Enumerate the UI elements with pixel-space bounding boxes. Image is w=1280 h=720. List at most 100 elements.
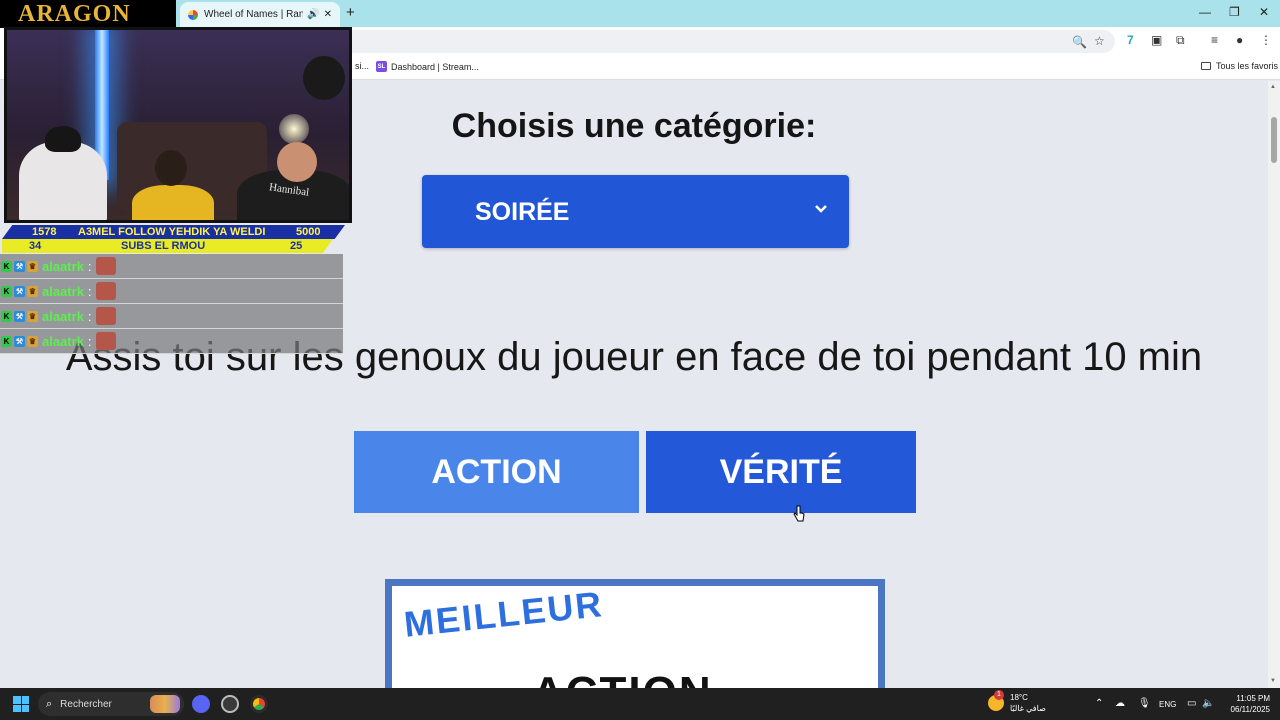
language-indicator[interactable]: ENG: [1159, 700, 1176, 709]
category-select-value: SOIRÉE: [475, 198, 570, 226]
person-2-head: [155, 150, 187, 186]
network-icon[interactable]: ▭: [1187, 698, 1196, 709]
zoom-icon[interactable]: 🔍: [1072, 35, 1087, 49]
kick-badge-icon: K: [1, 310, 12, 322]
scroll-up-icon[interactable]: ▲: [1270, 84, 1276, 90]
emote-icon: [95, 332, 116, 350]
microphone-icon[interactable]: 🎙: [1138, 698, 1151, 709]
tab-title: Wheel of Names | Random: [204, 9, 304, 20]
volume-icon[interactable]: 🔈: [1202, 698, 1214, 709]
profile-icon[interactable]: ●: [1236, 33, 1243, 47]
start-button[interactable]: [13, 696, 29, 712]
chat-separator: :: [87, 283, 92, 299]
chat-separator: :: [87, 333, 92, 349]
action-button[interactable]: ACTION: [354, 431, 639, 513]
subs-count: 34: [29, 240, 42, 252]
chat-message: K ⚒ ♛ alaatrk :: [0, 329, 343, 354]
subs-goal-bar: 34 SUBS EL RMOU 25: [2, 239, 333, 253]
all-bookmarks-button[interactable]: Tous les favoris: [1201, 61, 1278, 71]
emote-icon: [95, 282, 116, 300]
emote-icon: [95, 257, 116, 275]
person-1-head: [45, 126, 81, 152]
person-2: [132, 185, 214, 220]
weather-badge: 1: [994, 690, 1004, 700]
subscriber-badge-icon: ♛: [27, 335, 38, 347]
extension-icon[interactable]: 7: [1127, 33, 1134, 47]
bookmark-streamlabs[interactable]: SL Dashboard | Stream...: [376, 61, 479, 72]
chat-message: K ⚒ ♛ alaatrk :: [0, 304, 343, 329]
person-3-head: [277, 142, 317, 182]
verite-button[interactable]: VÉRITÉ: [646, 431, 916, 513]
follow-count: 1578: [32, 226, 57, 238]
moderator-badge-icon: ⚒: [14, 260, 25, 272]
kick-badge-icon: K: [1, 335, 12, 347]
streamlabs-icon: SL: [376, 61, 387, 72]
game-card-image: MEILLEUR ACTION: [385, 579, 885, 688]
discord-icon[interactable]: [192, 695, 210, 713]
onedrive-icon[interactable]: ☁: [1115, 698, 1125, 709]
address-bar[interactable]: 🔍 ☆: [300, 30, 1115, 53]
restore-icon[interactable]: ❐: [1229, 5, 1240, 19]
category-select[interactable]: SOIRÉE: [422, 175, 849, 248]
extension-2-icon[interactable]: ▣: [1151, 33, 1162, 47]
browser-menu-icon[interactable]: ⋮: [1260, 33, 1272, 47]
page-scrollbar[interactable]: ▲ ▼: [1268, 81, 1280, 688]
clock-time: 11:05 PM: [1236, 694, 1270, 703]
moderator-badge-icon: ⚒: [14, 285, 25, 297]
subscriber-badge-icon: ♛: [27, 285, 38, 297]
subscriber-badge-icon: ♛: [27, 260, 38, 272]
browser-title-bar: Wheel of Names | Random 🔊 ✕ + — ❐ ✕: [0, 0, 1280, 27]
subscriber-badge-icon: ♛: [27, 310, 38, 322]
weather-desc: صافي غالبًا: [1010, 704, 1046, 713]
new-tab-button[interactable]: +: [346, 4, 355, 21]
person-1: [19, 142, 107, 220]
chat-username: alaatrk: [42, 283, 84, 299]
wheel-favicon-icon: [188, 9, 198, 20]
taskbar-clock[interactable]: 11:05 PM 06/11/2025: [1220, 693, 1270, 715]
search-icon: ⌕: [46, 697, 53, 710]
extensions-puzzle-icon[interactable]: ⧉: [1176, 33, 1185, 48]
kick-badge-icon: K: [1, 260, 12, 272]
moderator-badge-icon: ⚒: [14, 335, 25, 347]
folder-icon: [1201, 62, 1211, 70]
windows-taskbar: ⌕ Rechercher 18°C صافي غالبًا 1 ⌃ ☁ 🎙 EN…: [0, 688, 1280, 720]
chat-separator: :: [87, 308, 92, 324]
emote-icon: [95, 307, 116, 325]
tray-expand-icon[interactable]: ⌃: [1095, 698, 1103, 709]
window-close-icon[interactable]: ✕: [1259, 5, 1269, 19]
chat-message: K ⚒ ♛ alaatrk :: [0, 279, 343, 304]
kick-badge-icon: K: [1, 285, 12, 297]
follow-goal-label: A3MEL FOLLOW YEHDIK YA WELDI: [78, 226, 266, 238]
speaker-icon[interactable]: 🔊: [307, 9, 319, 20]
chat-username: alaatrk: [42, 308, 84, 324]
taskbar-search-label: Rechercher: [60, 698, 112, 710]
chat-username: alaatrk: [42, 333, 84, 349]
clock-date: 06/11/2025: [1230, 705, 1270, 714]
card-line2: ACTION: [532, 668, 713, 688]
subs-goal-target: 25: [290, 240, 303, 252]
person-4-head: [303, 56, 345, 100]
browser-tab[interactable]: Wheel of Names | Random 🔊 ✕: [180, 2, 340, 27]
follow-goal-target: 5000: [296, 226, 321, 238]
moderator-badge-icon: ⚒: [14, 310, 25, 322]
chevron-down-icon: [815, 205, 827, 213]
bookmark-item[interactable]: si...: [355, 61, 369, 71]
chat-separator: :: [87, 258, 92, 274]
search-highlight-icon[interactable]: [150, 695, 180, 713]
chat-username: alaatrk: [42, 258, 84, 274]
minimize-icon[interactable]: —: [1199, 5, 1211, 19]
hand-cursor-icon: [793, 505, 805, 522]
lamp-glow: [279, 114, 309, 144]
follow-goal-bar: 1578 A3MEL FOLLOW YEHDIK YA WELDI 5000: [2, 225, 345, 239]
aragon-logo: ARAGON: [0, 0, 176, 28]
bookmark-star-icon[interactable]: ☆: [1094, 34, 1105, 48]
close-tab-icon[interactable]: ✕: [324, 9, 332, 20]
chat-message: K ⚒ ♛ alaatrk :: [0, 254, 343, 279]
scroll-down-icon[interactable]: ▼: [1270, 678, 1276, 684]
chat-overlay: K ⚒ ♛ alaatrk : K ⚒ ♛ alaatrk : K ⚒ ♛ al…: [0, 254, 343, 354]
weather-temp: 18°C: [1010, 693, 1028, 702]
scroll-thumb[interactable]: [1271, 117, 1277, 163]
chrome-icon[interactable]: [250, 695, 268, 713]
media-control-icon[interactable]: ≡: [1211, 33, 1218, 47]
obs-icon[interactable]: [221, 695, 239, 713]
